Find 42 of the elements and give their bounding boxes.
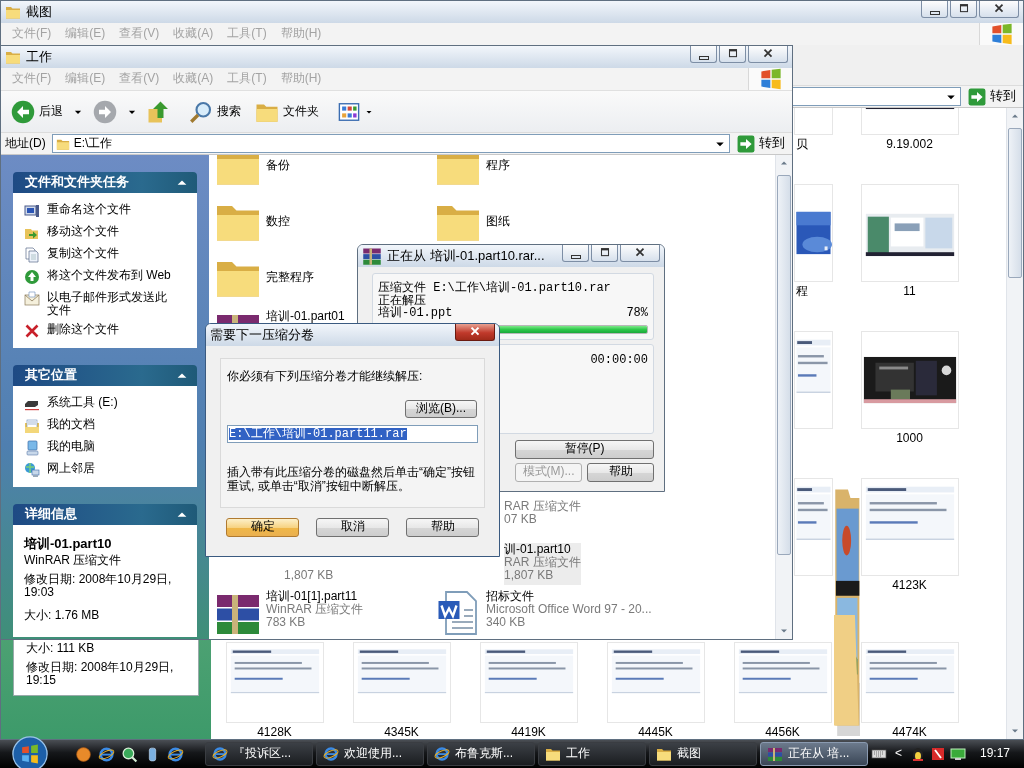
file-size: 1,807 KB [504, 569, 555, 582]
hint-text: 插入带有此压缩分卷的磁盘然后单击“确定”按钮重试, 或单击“取消”按钮中断解压。 [227, 464, 476, 493]
window-title: 工作 [26, 49, 52, 65]
file-name: 培训-01.part10 [24, 537, 113, 552]
status-text: 正在解压 [378, 294, 426, 307]
file-name: 4419K [511, 726, 546, 739]
file-name: 4128K [257, 726, 292, 739]
message-text: 你必须有下列压缩分卷才能继续解压: [227, 370, 424, 384]
detail-text: 大小: 111 KB [26, 642, 96, 655]
dialog-title: 需要下一压缩分卷 [210, 327, 314, 343]
panel-title: 文件和文件夹任务 [25, 175, 129, 190]
file-type: RAR 压缩文件 [504, 556, 581, 569]
file-size: 1,807 KB [284, 569, 334, 582]
modified-date: 修改日期: 2008年10月29日, 19:03 [24, 572, 173, 599]
panel-title: 其它位置 [25, 368, 77, 383]
file-name: 9.19.002 [886, 138, 933, 152]
file-name: 4474K [892, 726, 927, 739]
elapsed-time: 00:00:00 [590, 352, 648, 367]
file-size: 07 KB [504, 513, 538, 526]
file-name: 11 [903, 285, 916, 299]
window-title: 截图 [26, 4, 52, 20]
file-name: 程 [796, 285, 808, 299]
file-name: 4345K [384, 726, 419, 739]
file-type: RAR 压缩文件 [504, 500, 581, 513]
file-name: 4123K [892, 579, 927, 593]
address-label: 地址(D) [5, 136, 47, 151]
percent-text: 78% [626, 307, 648, 320]
detail-text: 修改日期: 2008年10月29日, 19:15 [26, 661, 175, 687]
file-name: 1000 [896, 432, 923, 446]
file-type: Microsoft Office Word 97 - 20... [486, 603, 652, 616]
clock: 19:17 [979, 747, 1011, 761]
file-size: 大小: 1.76 MB [24, 608, 101, 622]
file-size: 340 KB [486, 616, 527, 629]
file-name: 贝 [796, 138, 808, 152]
file-name: 4445K [638, 726, 673, 739]
file-size: 783 KB [266, 616, 307, 629]
window-title: 正在从 培训-01.part10.rar... [387, 248, 545, 264]
archive-path: 压缩文件 E:\工作\培训-01.part10.rar [378, 282, 612, 295]
file-name: 4456K [765, 726, 800, 739]
file-type: WinRAR 压缩文件 [24, 553, 123, 567]
panel-title: 详细信息 [25, 507, 77, 522]
file-type: WinRAR 压缩文件 [266, 603, 364, 616]
